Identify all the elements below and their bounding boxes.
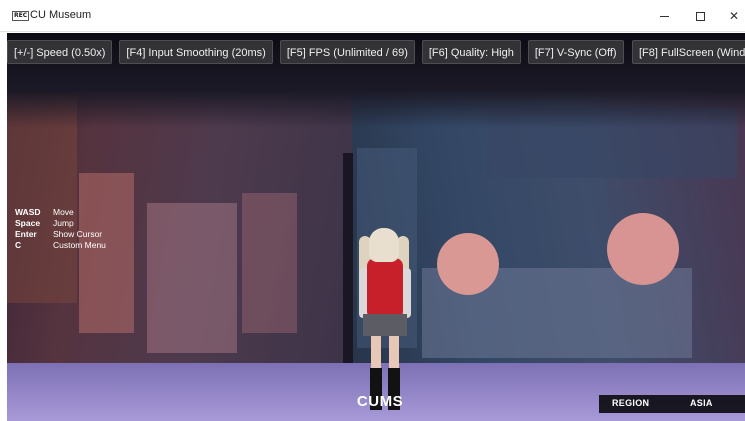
fullscreen-button-clip: [F8] FullScreen (Wind (632, 40, 745, 64)
wall-corner (343, 153, 353, 373)
vsync-button[interactable]: [F7] V-Sync (Off) (527, 40, 624, 64)
settings-toolbar: [+/-] Speed (0.50x) [F4] Input Smoothing… (7, 40, 631, 64)
controls-help: WASD Move Space Jump Enter Show Cursor C… (15, 207, 106, 251)
controls-row: Enter Show Cursor (15, 229, 106, 240)
exhibit-poster (147, 203, 237, 353)
game-viewport[interactable] (7, 33, 745, 421)
character-skirt (363, 314, 407, 336)
control-action: Jump (53, 218, 74, 228)
window-title: CU Museum (30, 9, 92, 21)
region-value: ASIA (690, 398, 713, 408)
control-key: Space (15, 218, 41, 228)
exhibit-poster (79, 173, 134, 333)
controls-row: Space Jump (15, 218, 106, 229)
controls-row: WASD Move (15, 207, 106, 218)
control-key: Enter (15, 229, 37, 239)
quality-button[interactable]: [F6] Quality: High (421, 40, 521, 64)
exhibit-circle-graphic (437, 233, 499, 295)
controls-row: C Custom Menu (15, 240, 106, 251)
window-titlebar: REC CU Museum ✕ (0, 0, 745, 32)
player-character (357, 228, 413, 418)
input-smoothing-button[interactable]: [F4] Input Smoothing (20ms) (119, 40, 273, 64)
control-action: Custom Menu (53, 240, 106, 250)
minimize-icon (659, 15, 669, 17)
app-icon: REC (12, 11, 30, 21)
character-jacket (367, 258, 403, 316)
fps-button[interactable]: [F5] FPS (Unlimited / 69) (279, 40, 415, 64)
control-action: Move (53, 207, 74, 217)
speed-button[interactable]: [+/-] Speed (0.50x) (7, 40, 113, 64)
character-head (369, 228, 399, 262)
maximize-button[interactable] (682, 0, 718, 32)
fullscreen-button[interactable]: [F8] FullScreen (Wind (632, 40, 745, 64)
close-button[interactable]: ✕ (716, 0, 745, 32)
control-key: WASD (15, 207, 41, 217)
location-name: CUMS (356, 393, 404, 410)
close-icon: ✕ (728, 9, 740, 23)
maximize-icon (695, 11, 705, 21)
control-action: Show Cursor (53, 229, 103, 239)
exhibit-poster (242, 193, 297, 333)
region-label: REGION (612, 398, 650, 408)
minimize-button[interactable] (646, 0, 682, 32)
control-key: C (15, 240, 22, 250)
exhibit-circle-graphic (607, 213, 679, 285)
